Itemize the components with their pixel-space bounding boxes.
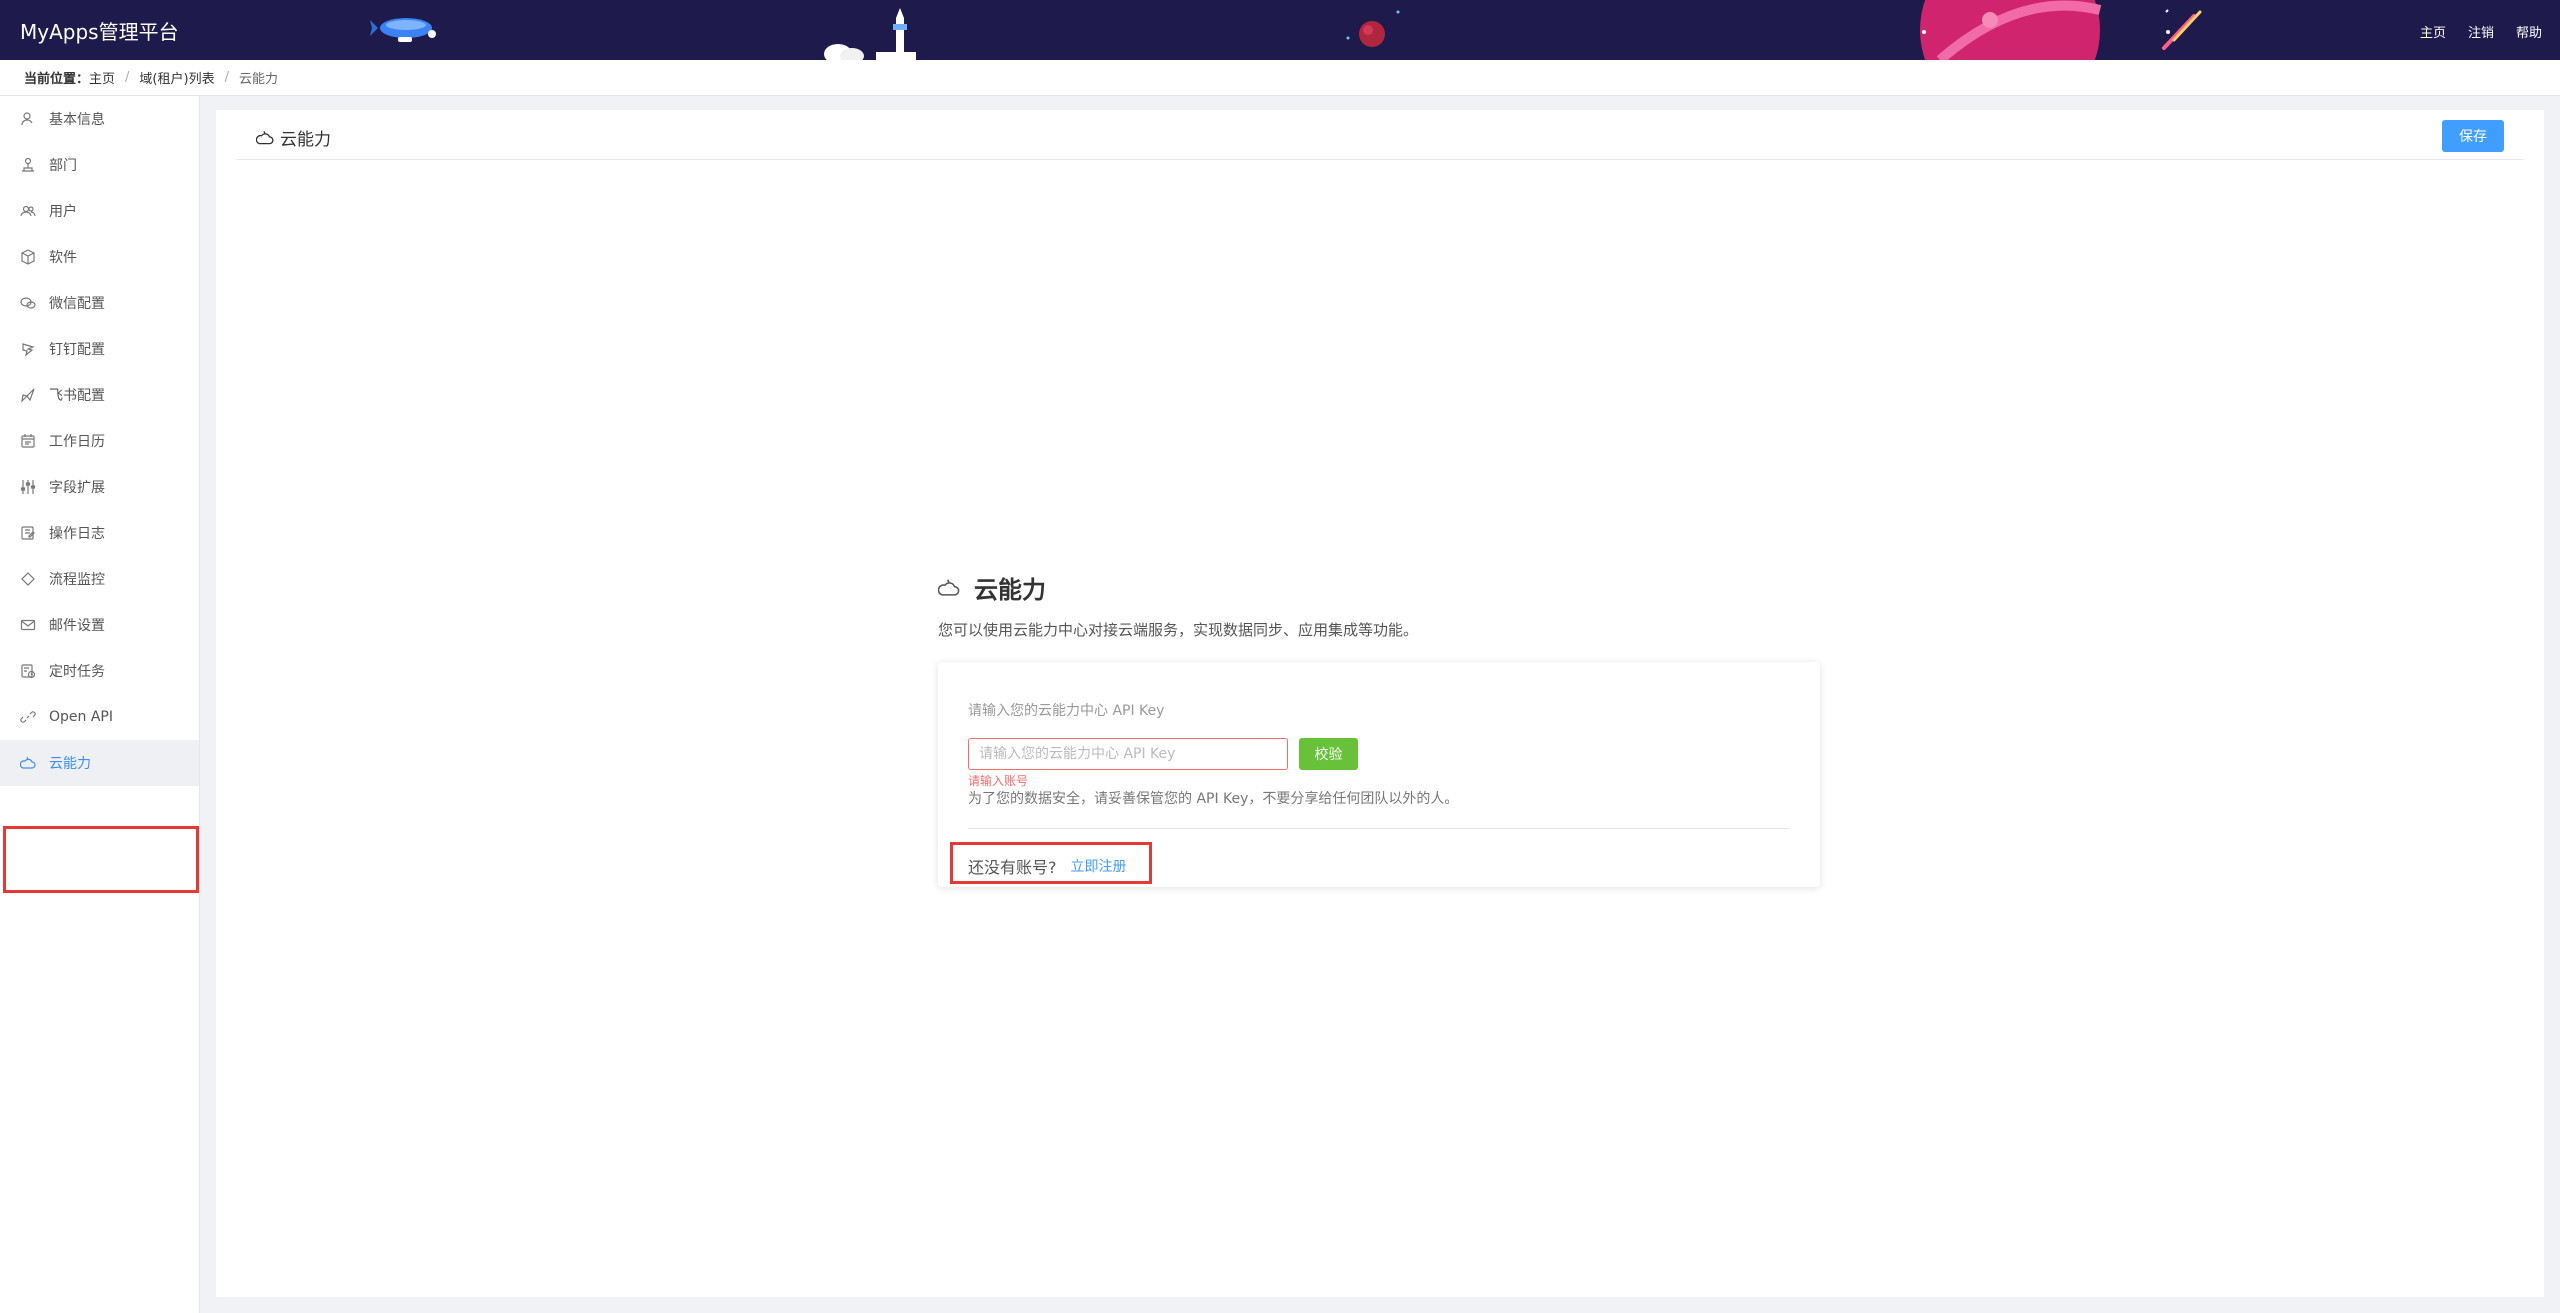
sidebar-item-label: 部门 — [49, 158, 77, 174]
breadcrumb-separator: / — [125, 70, 130, 85]
panel-header: 云能力 保存 — [236, 110, 2524, 160]
save-button[interactable]: 保存 — [2442, 120, 2504, 152]
sidebar-item-label: 用户 — [49, 204, 77, 220]
api-key-input[interactable] — [968, 738, 1288, 770]
tower-illustration — [824, 8, 916, 60]
api-key-security-note: 为了您的数据安全，请妥善保管您的 API Key，不要分享给任何团队以外的人。 — [968, 791, 1459, 807]
cloud-title-text: 云能力 — [974, 576, 1046, 604]
sidebar-item-label: 云能力 — [49, 756, 91, 772]
cloud-intro-title: 云能力 — [938, 570, 1538, 605]
cloud-icon — [256, 129, 274, 147]
sidebar-item-label: 基本信息 — [49, 112, 105, 128]
box-icon — [20, 249, 36, 265]
top-header: MyApps管理平台 主页 注销 帮助 — [0, 0, 2560, 60]
users-icon — [20, 203, 36, 219]
top-nav-home[interactable]: 主页 — [2420, 22, 2446, 41]
sidebar-item-label: 字段扩展 — [49, 480, 105, 496]
planet-illustration — [1920, 0, 2169, 60]
register-link[interactable]: 立即注册 — [1071, 856, 1127, 876]
api-key-label: 请输入您的云能力中心 API Key — [968, 703, 1165, 719]
wechat-icon — [20, 295, 36, 311]
sidebar-item-label: 邮件设置 — [49, 618, 105, 634]
calendar-icon — [20, 433, 36, 449]
breadcrumb-lead: 当前位置： — [24, 72, 90, 87]
api-key-error: 请输入账号 — [968, 774, 1029, 788]
org-icon — [20, 157, 36, 173]
sidebar-item-feishu[interactable]: 飞书配置 — [0, 372, 199, 418]
sidebar-item-dingtalk[interactable]: 钉钉配置 — [0, 326, 199, 372]
sidebar-item-label: 定时任务 — [49, 664, 105, 680]
sidebar-item-scheduled-tasks[interactable]: 定时任务 — [0, 648, 199, 694]
feishu-icon — [20, 387, 36, 403]
sidebar-item-label: Open API — [49, 709, 113, 725]
panel-title: 云能力 — [256, 125, 331, 150]
sidebar-item-label: 钉钉配置 — [49, 342, 105, 358]
brand-title: MyApps管理平台 — [20, 20, 179, 44]
clock-doc-icon — [20, 663, 36, 679]
sidebar-highlight-box — [3, 826, 199, 893]
sidebar-item-label: 流程监控 — [49, 572, 105, 588]
sidebar-item-calendar[interactable]: 工作日历 — [0, 418, 199, 464]
sidebar-item-label: 操作日志 — [49, 526, 105, 542]
sidebar-item-open-api[interactable]: Open API — [0, 694, 199, 740]
sidebar-item-mail-settings[interactable]: 邮件设置 — [0, 602, 199, 648]
top-nav-logout[interactable]: 注销 — [2468, 22, 2494, 41]
moon-illustration — [1346, 10, 1400, 47]
sidebar-item-operation-log[interactable]: 操作日志 — [0, 510, 199, 556]
cloud-icon — [938, 577, 960, 599]
sidebar-item-department[interactable]: 部门 — [0, 142, 199, 188]
link-icon — [20, 709, 36, 725]
cloud-icon — [20, 755, 36, 771]
verify-button[interactable]: 校验 — [1299, 738, 1358, 770]
dingtalk-icon — [20, 341, 36, 357]
no-account-text: 还没有账号? — [968, 858, 1057, 877]
panel-title-text: 云能力 — [280, 130, 331, 150]
register-prompt: 还没有账号? 立即注册 — [968, 854, 1127, 878]
breadcrumb: 当前位置： 主页 / 域(租户)列表 / 云能力 — [0, 60, 2560, 96]
sidebar-item-label: 微信配置 — [49, 296, 105, 312]
log-icon — [20, 525, 36, 541]
mail-icon — [20, 617, 36, 633]
main-panel: 云能力 保存 云能力 您可以使用云能力中心对接云端服务，实现数据同步、应用集成等… — [216, 110, 2544, 1297]
sidebar-item-label: 软件 — [49, 250, 77, 266]
star-decoration — [1922, 30, 1926, 34]
comet-illustration — [2162, 10, 2202, 50]
sidebar-item-cloud-ability[interactable]: 云能力 — [0, 740, 199, 786]
user-icon — [20, 111, 36, 127]
sidebar-item-process-monitor[interactable]: 流程监控 — [0, 556, 199, 602]
sidebar-item-wechat[interactable]: 微信配置 — [0, 280, 199, 326]
sidebar-item-basic-info[interactable]: 基本信息 — [0, 96, 199, 142]
sidebar: 基本信息 部门 用户 软件 微信配置 钉钉配置 飞书配置 工作日历 字段扩展 操… — [0, 96, 200, 1313]
breadcrumb-tenant-list[interactable]: 域(租户)列表 — [139, 68, 214, 87]
sidebar-item-label: 飞书配置 — [49, 388, 105, 404]
cloud-description: 您可以使用云能力中心对接云端服务，实现数据同步、应用集成等功能。 — [938, 621, 1419, 639]
sidebar-item-software[interactable]: 软件 — [0, 234, 199, 280]
breadcrumb-separator: / — [224, 70, 229, 85]
diamond-icon — [20, 571, 36, 587]
sidebar-item-label: 工作日历 — [49, 434, 105, 450]
top-nav: 主页 注销 帮助 — [2420, 22, 2542, 41]
cloud-intro: 云能力 您可以使用云能力中心对接云端服务，实现数据同步、应用集成等功能。 — [938, 570, 1538, 640]
top-nav-help[interactable]: 帮助 — [2516, 22, 2542, 41]
sidebar-item-users[interactable]: 用户 — [0, 188, 199, 234]
sliders-icon — [20, 479, 36, 495]
breadcrumb-home[interactable]: 主页 — [89, 68, 115, 87]
breadcrumb-current: 云能力 — [238, 72, 278, 87]
api-key-card: 请输入您的云能力中心 API Key 校验 请输入账号 为了您的数据安全，请妥善… — [938, 662, 1820, 887]
card-divider — [968, 828, 1790, 829]
sidebar-item-field-extension[interactable]: 字段扩展 — [0, 464, 199, 510]
blimp-illustration — [370, 18, 436, 42]
